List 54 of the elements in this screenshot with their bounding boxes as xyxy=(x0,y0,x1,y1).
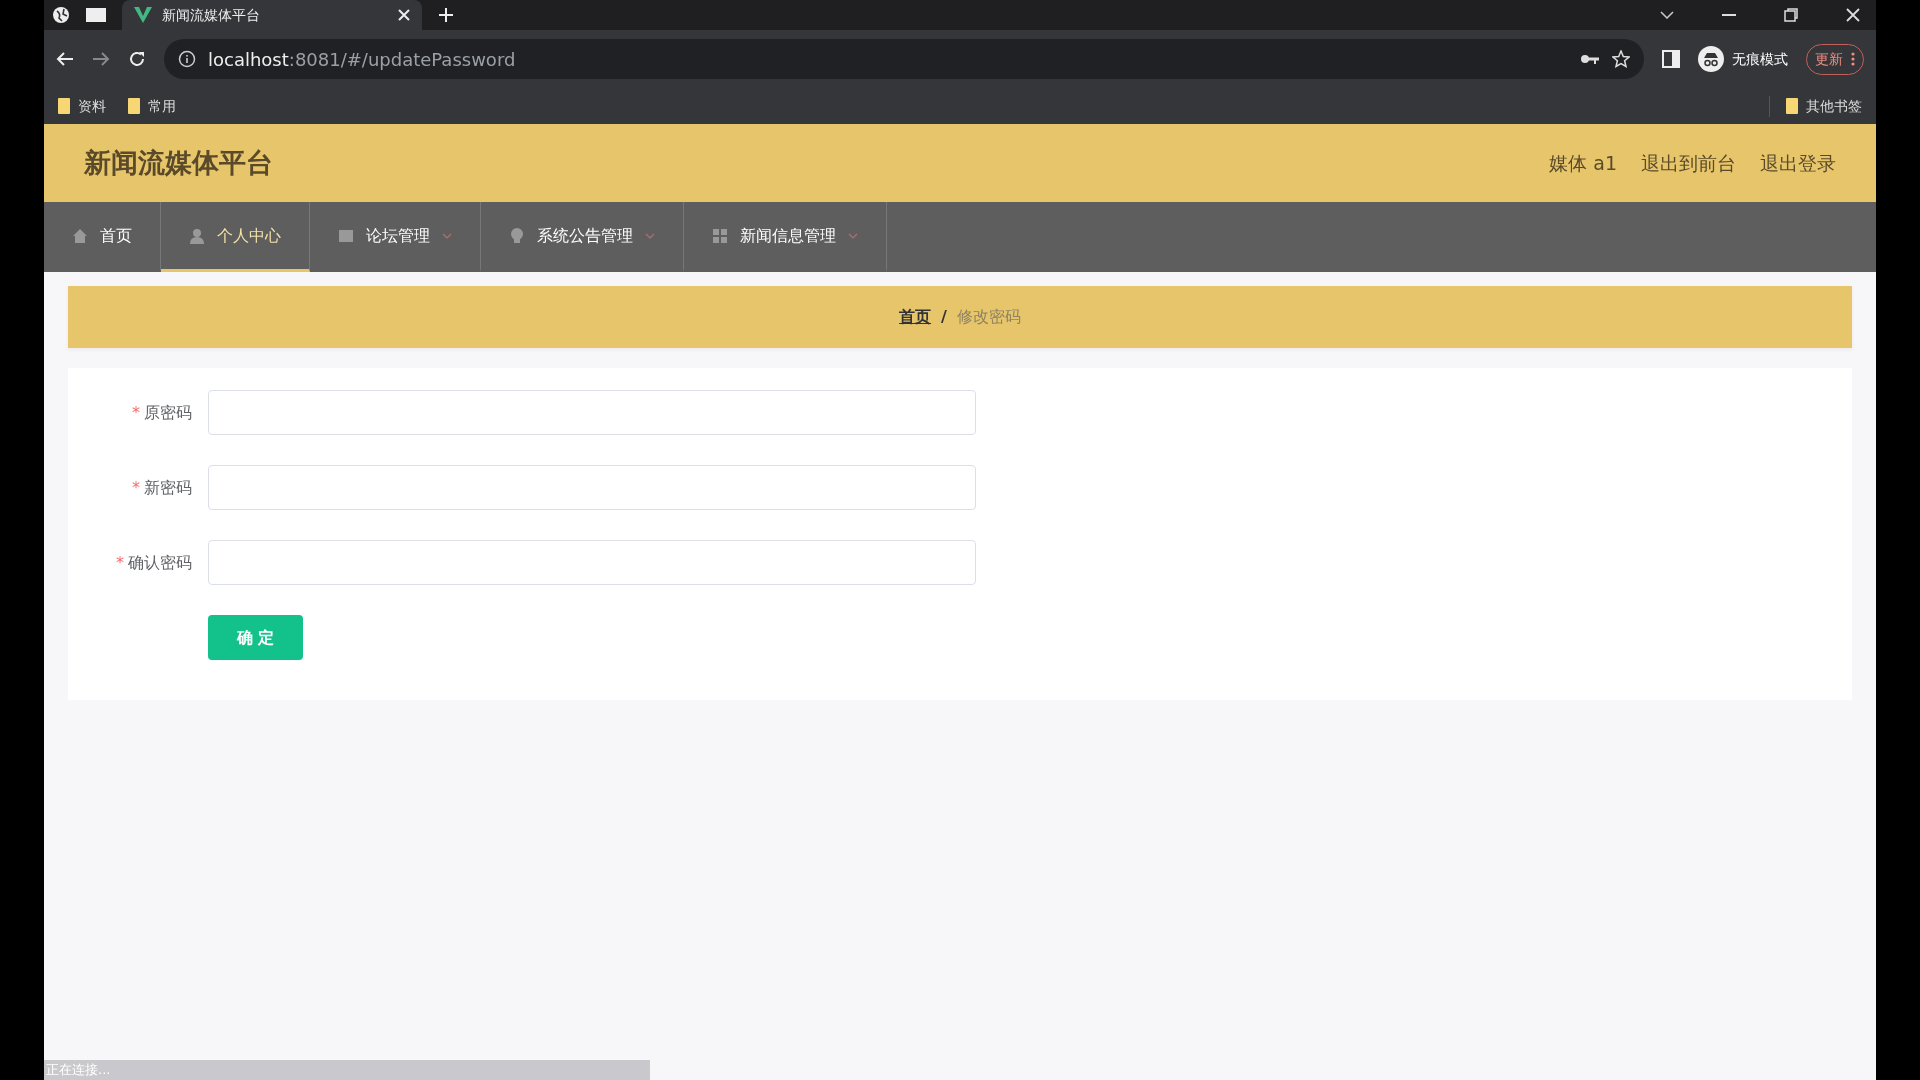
site-title: 新闻流媒体平台 xyxy=(84,145,273,180)
more-icon xyxy=(1851,52,1855,66)
star-icon[interactable] xyxy=(1612,50,1630,68)
person-icon xyxy=(189,227,205,244)
password-field[interactable] xyxy=(208,390,976,435)
close-icon[interactable] xyxy=(1846,8,1860,22)
address-field[interactable]: localhost:8081/#/updatePassword xyxy=(164,39,1644,79)
required-mark: * xyxy=(132,401,140,424)
nav-tab[interactable]: 首页 xyxy=(44,202,161,272)
folder-icon xyxy=(58,98,70,114)
key-icon[interactable] xyxy=(1580,53,1600,65)
field-label: 原密码 xyxy=(144,401,192,424)
image-icon xyxy=(338,227,354,244)
back-arrow-icon[interactable] xyxy=(56,51,74,67)
v-logo-icon xyxy=(134,7,152,23)
side-panel-icon[interactable] xyxy=(1662,50,1680,68)
bookmark[interactable]: 常用 xyxy=(128,95,176,117)
nav-tab[interactable]: 新闻信息管理 xyxy=(684,202,887,272)
grid-icon xyxy=(712,227,728,244)
user-name: 媒体 a1 xyxy=(1549,150,1617,176)
field-label: 确认密码 xyxy=(128,551,192,574)
bookmark[interactable]: 其他书签 xyxy=(1769,95,1862,117)
home-icon xyxy=(72,227,88,244)
breadcrumb-separator: / xyxy=(941,306,947,328)
bookmark[interactable]: 资料 xyxy=(58,95,106,117)
close-icon[interactable] xyxy=(398,9,410,21)
info-icon xyxy=(178,50,196,68)
folder-icon xyxy=(1786,98,1798,114)
password-field[interactable] xyxy=(208,540,976,585)
browser-tab[interactable]: 新闻流媒体平台 xyxy=(122,0,422,30)
password-field[interactable] xyxy=(208,465,976,510)
field-label: 新密码 xyxy=(144,476,192,499)
incognito-icon[interactable] xyxy=(1698,46,1724,72)
reload-icon[interactable] xyxy=(128,50,146,68)
url-text: localhost:8081/#/updatePassword xyxy=(208,47,517,72)
header-link[interactable]: 退出登录 xyxy=(1760,148,1836,178)
breadcrumb-current: 修改密码 xyxy=(956,306,1021,328)
required-mark: * xyxy=(132,476,140,499)
update-button[interactable]: 更新 xyxy=(1806,43,1864,75)
bulb-icon xyxy=(509,227,525,244)
breadcrumb-link[interactable]: 首页 xyxy=(899,305,932,329)
forward-arrow-icon[interactable] xyxy=(92,51,110,67)
restore-icon[interactable] xyxy=(1784,8,1798,22)
incognito-label: 无痕模式 xyxy=(1732,49,1788,69)
header-link[interactable]: 退出到前台 xyxy=(1641,148,1736,178)
required-mark: * xyxy=(116,551,124,574)
plus-icon[interactable] xyxy=(438,7,454,23)
tab-title: 新闻流媒体平台 xyxy=(162,5,261,25)
nav-tab[interactable]: 个人中心 xyxy=(161,202,310,272)
nav-tab[interactable]: 论坛管理 xyxy=(310,202,481,272)
window-icon[interactable] xyxy=(86,7,106,23)
nav-tab[interactable]: 系统公告管理 xyxy=(481,202,684,272)
chevron-down-icon[interactable] xyxy=(1660,11,1674,19)
folder-icon xyxy=(128,98,140,114)
